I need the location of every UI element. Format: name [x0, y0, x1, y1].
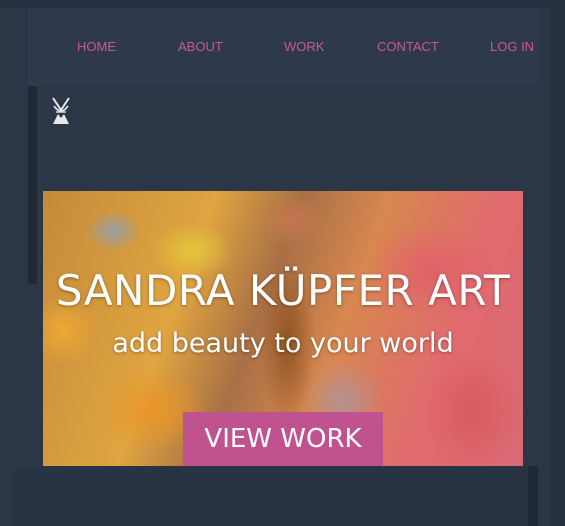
footer-area: [14, 466, 538, 526]
main-nav: HOME ABOUT WORK CONTACT LOG IN: [28, 8, 538, 86]
left-accent-bar: [28, 86, 37, 284]
view-work-button[interactable]: VIEW WORK: [183, 412, 383, 466]
hero-title: SANDRA KÜPFER ART: [55, 266, 511, 315]
hero-subtitle: add beauty to your world: [112, 328, 454, 359]
nav-work-link[interactable]: WORK: [284, 39, 324, 54]
right-edge: [551, 0, 565, 526]
top-edge: [0, 0, 565, 8]
abstract-figure-logo-icon[interactable]: [50, 96, 72, 126]
nav-contact-link[interactable]: CONTACT: [377, 39, 439, 54]
nav-about-link[interactable]: ABOUT: [178, 39, 223, 54]
hero-banner: SANDRA KÜPFER ART add beauty to your wor…: [43, 191, 523, 466]
nav-login-link[interactable]: LOG IN: [490, 39, 534, 54]
footer-edge: [528, 466, 538, 526]
nav-home-link[interactable]: HOME: [77, 39, 116, 54]
